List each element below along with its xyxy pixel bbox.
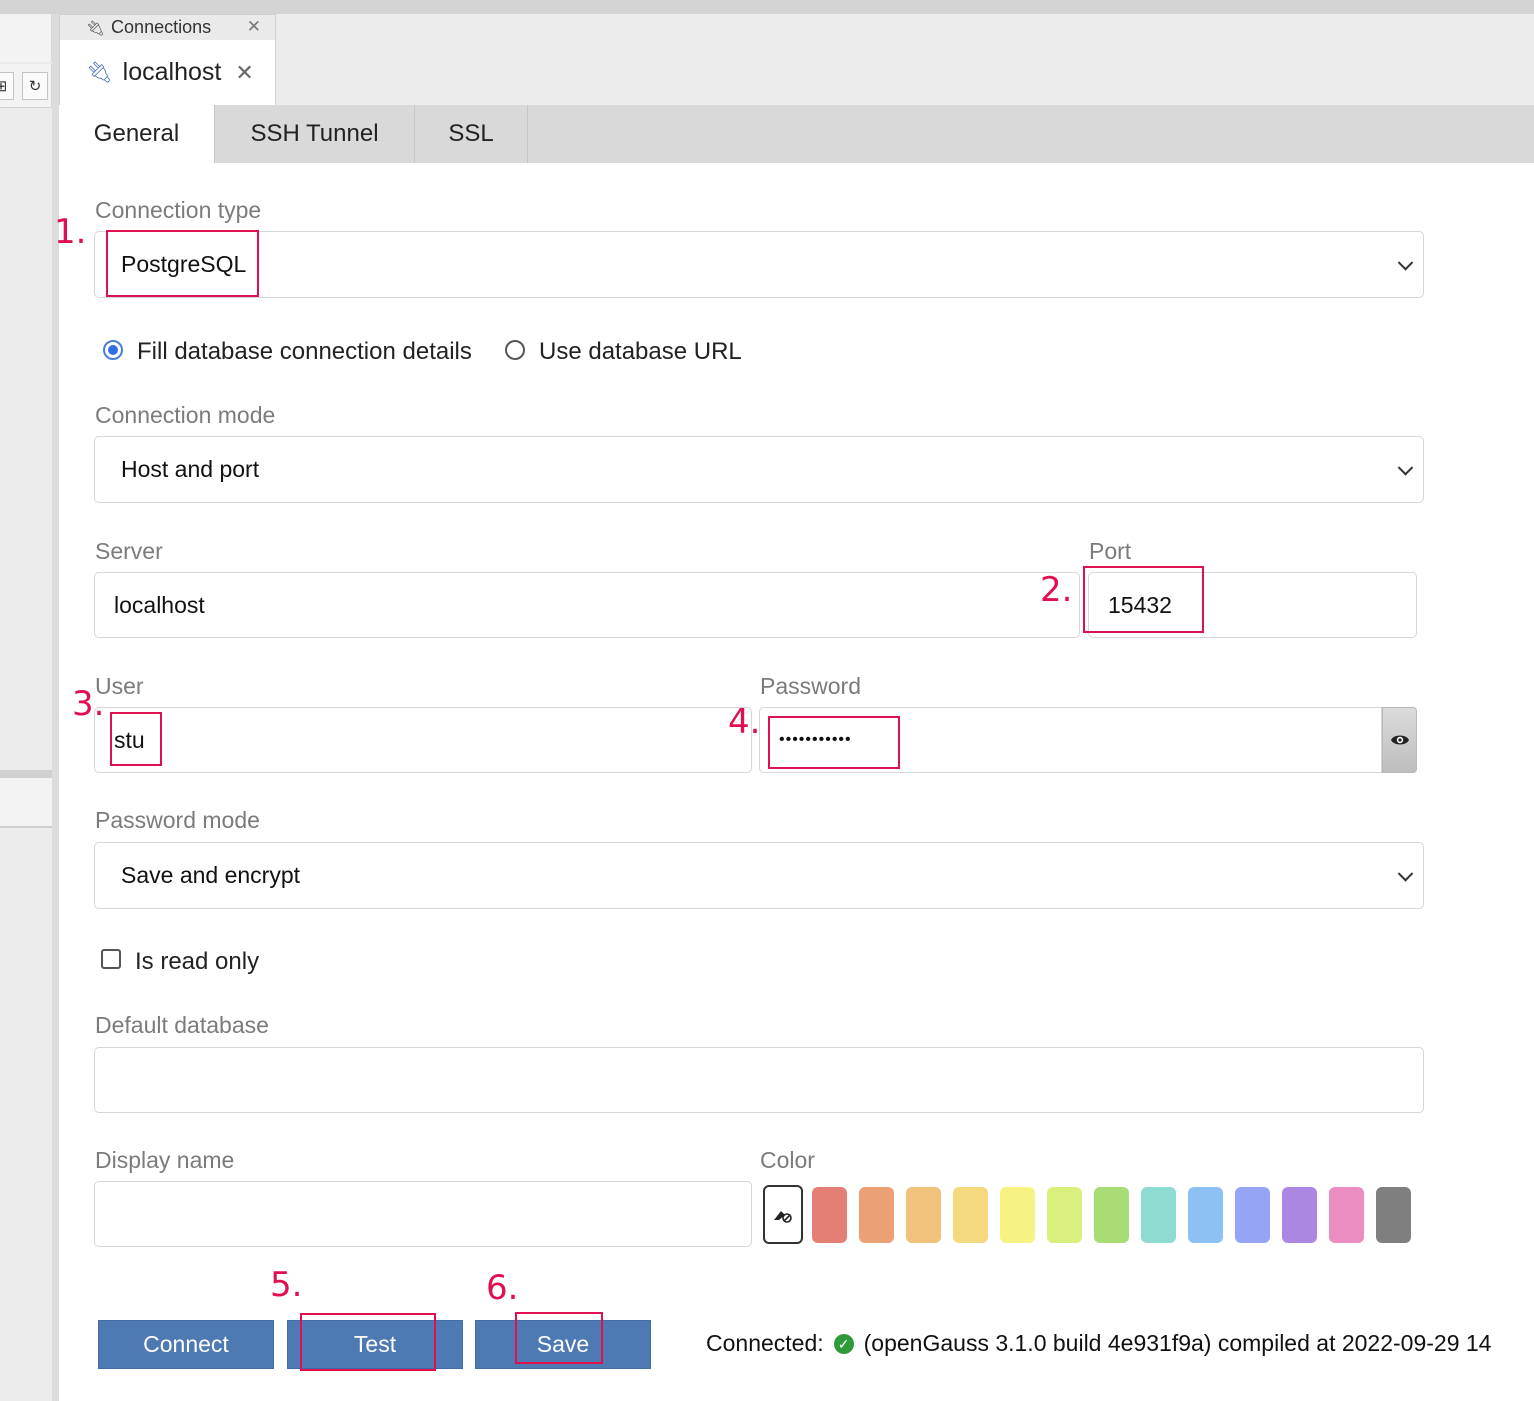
port-value: 15432 xyxy=(1108,591,1172,618)
window-top-strip xyxy=(0,0,1534,14)
chevron-down-icon xyxy=(1397,459,1414,476)
use-url-label[interactable]: Use database URL xyxy=(539,338,742,366)
display-name-label: Display name xyxy=(95,1147,235,1173)
user-value: stu xyxy=(114,726,145,753)
server-input[interactable]: localhost xyxy=(94,572,1080,638)
color-swatch[interactable] xyxy=(1141,1187,1176,1243)
tab-ssl[interactable]: SSL xyxy=(415,105,528,163)
password-mode-label: Password mode xyxy=(95,807,260,833)
default-database-label: Default database xyxy=(95,1012,269,1038)
tab-localhost-label: localhost xyxy=(122,58,222,86)
new-connection-icon[interactable]: ⊞ xyxy=(0,72,14,100)
tab-connections-label: Connections xyxy=(111,17,212,37)
save-button[interactable]: Save xyxy=(475,1320,651,1369)
sidebar-splitter[interactable] xyxy=(0,770,54,778)
color-swatch[interactable] xyxy=(1094,1187,1129,1243)
annotation-number-2: 2. xyxy=(1040,570,1073,610)
color-swatch[interactable] xyxy=(1047,1187,1082,1243)
sidebar-toolbar: ⊞ ↻ xyxy=(0,64,52,108)
status-text: (openGauss 3.1.0 build 4e931f9a) compile… xyxy=(863,1330,1492,1356)
color-swatch[interactable] xyxy=(953,1187,988,1243)
password-value: ••••••••••• xyxy=(779,731,852,748)
password-label: Password xyxy=(760,673,861,699)
tab-localhost[interactable]: 🔌︎ localhost ✕ xyxy=(59,40,276,105)
chevron-down-icon xyxy=(1397,254,1414,271)
close-icon[interactable]: ✕ xyxy=(235,60,253,86)
connection-status: Connected: ✓ (openGauss 3.1.0 build 4e93… xyxy=(706,1330,1491,1357)
connection-type-value: PostgreSQL xyxy=(121,251,247,277)
color-swatch[interactable] xyxy=(1329,1187,1364,1243)
check-circle-icon: ✓ xyxy=(833,1333,854,1354)
eye-icon xyxy=(1390,735,1409,745)
annotation-number-6: 6. xyxy=(486,1268,519,1308)
chevron-down-icon xyxy=(1397,865,1414,882)
color-swatch[interactable] xyxy=(859,1187,894,1243)
tab-connections[interactable]: 🔌︎ Connections ✕ xyxy=(59,14,276,40)
connection-type-label: Connection type xyxy=(95,197,262,223)
settings-tabs: General SSH Tunnel SSL xyxy=(59,105,1534,163)
display-name-input[interactable] xyxy=(94,1181,752,1247)
color-swatch[interactable] xyxy=(906,1187,941,1243)
server-label: Server xyxy=(95,538,163,564)
sidebar-header xyxy=(0,14,52,62)
user-input[interactable]: stu xyxy=(94,707,752,773)
fill-details-radio[interactable] xyxy=(103,340,123,360)
plug-icon: 🔌︎ xyxy=(86,19,106,37)
test-button[interactable]: Test xyxy=(287,1320,463,1369)
annotation-number-1: 1. xyxy=(54,212,87,252)
connection-mode-label: Connection mode xyxy=(95,402,276,428)
color-swatch[interactable] xyxy=(1376,1187,1411,1243)
status-prefix: Connected: xyxy=(706,1330,824,1356)
tab-header: 🔌︎ Connections ✕ 🔌︎ localhost ✕ xyxy=(59,14,1534,105)
tab-general[interactable]: General xyxy=(59,105,215,163)
left-sidebar: ⊞ ↻ xyxy=(0,14,59,1401)
use-url-radio[interactable] xyxy=(505,340,525,360)
color-label: Color xyxy=(760,1147,815,1173)
annotation-number-4: 4. xyxy=(728,702,761,742)
sidebar-lower-panel xyxy=(0,778,54,828)
refresh-icon[interactable]: ↻ xyxy=(22,72,48,100)
color-swatch[interactable] xyxy=(1282,1187,1317,1243)
show-password-button[interactable] xyxy=(1382,707,1417,773)
connection-type-select[interactable]: PostgreSQL xyxy=(94,231,1424,298)
port-label: Port xyxy=(1089,538,1132,564)
connect-button[interactable]: Connect xyxy=(98,1320,274,1369)
no-color-button[interactable] xyxy=(763,1185,803,1244)
password-mode-value: Save and encrypt xyxy=(121,862,301,888)
plug-icon: 🔌︎ xyxy=(86,60,113,84)
port-input[interactable]: 15432 xyxy=(1088,572,1417,638)
close-icon[interactable]: ✕ xyxy=(247,17,261,37)
password-mode-select[interactable]: Save and encrypt xyxy=(94,842,1424,909)
clear-color-icon xyxy=(774,1210,792,1223)
tab-ssh-tunnel[interactable]: SSH Tunnel xyxy=(215,105,415,163)
fill-details-label[interactable]: Fill database connection details xyxy=(137,338,472,366)
default-database-input[interactable] xyxy=(94,1047,1424,1113)
connection-mode-value: Host and port xyxy=(121,456,260,482)
color-swatch[interactable] xyxy=(1000,1187,1035,1243)
color-swatch[interactable] xyxy=(1188,1187,1223,1243)
read-only-label[interactable]: Is read only xyxy=(135,948,259,976)
annotation-number-5: 5. xyxy=(270,1265,303,1305)
password-input[interactable]: ••••••••••• xyxy=(759,707,1382,773)
connection-mode-select[interactable]: Host and port xyxy=(94,436,1424,503)
annotation-number-3: 3. xyxy=(72,684,105,724)
server-value: localhost xyxy=(114,591,205,618)
color-swatch[interactable] xyxy=(812,1187,847,1243)
read-only-checkbox[interactable] xyxy=(101,949,121,969)
color-swatch[interactable] xyxy=(1235,1187,1270,1243)
